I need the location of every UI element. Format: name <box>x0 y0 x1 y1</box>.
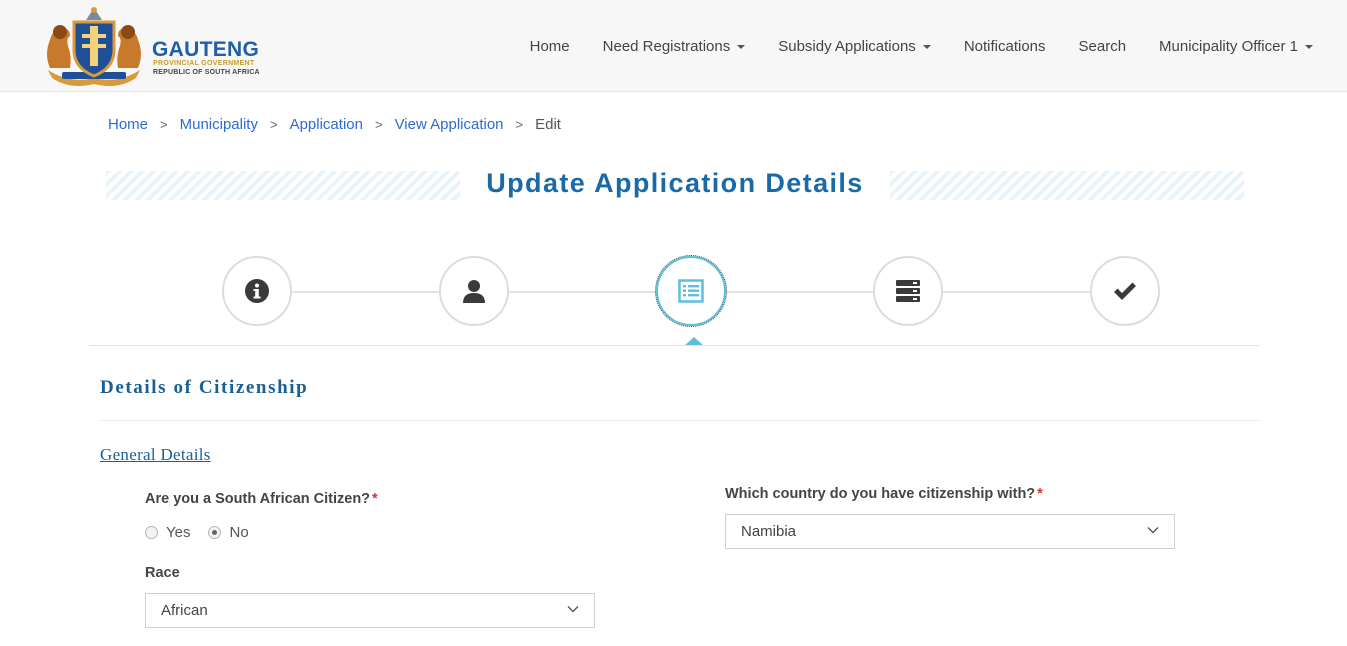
step-connector <box>292 291 439 293</box>
step-citizenship[interactable] <box>655 255 727 327</box>
country-select-value: Namibia <box>741 523 797 540</box>
nav-search[interactable]: Search <box>1079 38 1127 55</box>
nav-subsidy-applications[interactable]: Subsidy Applications <box>778 38 931 55</box>
step-connector <box>942 291 1090 293</box>
citizen-radio-group: Yes No <box>145 524 267 541</box>
nav-notifications-label: Notifications <box>963 37 1046 55</box>
chevron-down-icon <box>567 606 579 613</box>
caret-down-icon <box>1305 45 1313 49</box>
nav-user-label: Municipality Officer 1 <box>1159 37 1298 55</box>
divider <box>89 345 1260 346</box>
country-select[interactable]: Namibia <box>725 514 1175 549</box>
country-label-text: Which country do you have citizenship wi… <box>725 486 1036 502</box>
nav-notifications[interactable]: Notifications <box>964 38 1046 55</box>
divider <box>100 420 1260 421</box>
country-label: Which country do you have citizenship wi… <box>725 486 1043 502</box>
step-records[interactable] <box>873 256 943 326</box>
required-mark: * <box>1037 486 1043 502</box>
race-select[interactable]: African <box>145 593 595 628</box>
radio-no-label: No <box>229 524 249 541</box>
section-title: Details of Citizenship <box>100 377 309 398</box>
caret-down-icon <box>737 45 746 49</box>
required-mark: * <box>372 491 378 507</box>
gauteng-logo[interactable]: GAUTENG PROVINCIAL GOVERNMENT REPUBLIC O… <box>40 6 270 86</box>
breadcrumb-home[interactable]: Home <box>108 116 148 133</box>
brand-name: GAUTENG <box>152 38 260 61</box>
radio-no[interactable] <box>208 526 222 539</box>
list-icon <box>678 279 704 303</box>
citizen-question-text: Are you a South African Citizen? <box>145 491 371 507</box>
subsection-title: General Details <box>100 445 211 464</box>
breadcrumb-separator: > <box>160 117 168 132</box>
main-nav: Home Need Registrations Subsidy Applicat… <box>497 0 1313 92</box>
citizen-question-label: Are you a South African Citizen? * <box>145 491 378 507</box>
info-icon <box>245 279 269 303</box>
step-applicant[interactable] <box>439 256 509 326</box>
nav-home[interactable]: Home <box>530 38 570 55</box>
server-icon <box>896 280 920 302</box>
breadcrumb-separator: > <box>374 117 383 132</box>
wizard-stepper <box>222 255 1160 346</box>
race-label: Race <box>145 565 180 581</box>
nav-need-registrations[interactable]: Need Registrations <box>603 38 746 55</box>
nav-user-menu[interactable]: Municipality Officer 1 <box>1159 38 1313 55</box>
coat-of-arms-icon <box>47 7 141 86</box>
nav-need-registrations-label: Need Registrations <box>602 37 731 55</box>
chevron-down-icon <box>1147 527 1159 534</box>
step-confirm[interactable] <box>1090 256 1160 326</box>
user-icon <box>463 280 485 303</box>
nav-home-label: Home <box>529 37 570 55</box>
page-title-banner: Update Application Details <box>106 168 1244 202</box>
breadcrumb-current: Edit <box>535 116 561 133</box>
top-navbar: GAUTENG PROVINCIAL GOVERNMENT REPUBLIC O… <box>0 0 1347 92</box>
page-title: Update Application Details <box>486 168 864 198</box>
nav-subsidy-applications-label: Subsidy Applications <box>778 37 916 55</box>
step-general-info[interactable] <box>222 256 292 326</box>
check-icon <box>1114 282 1136 300</box>
race-select-value: African <box>161 602 208 619</box>
nav-search-label: Search <box>1078 37 1127 55</box>
breadcrumb-view-application[interactable]: View Application <box>395 116 504 133</box>
brand-country: REPUBLIC OF SOUTH AFRICA <box>153 69 260 76</box>
caret-down-icon <box>922 45 931 49</box>
breadcrumb-separator: > <box>269 117 278 132</box>
brand-subtitle: PROVINCIAL GOVERNMENT <box>153 60 255 67</box>
breadcrumb-application[interactable]: Application <box>290 116 363 133</box>
radio-yes-label: Yes <box>166 524 191 541</box>
step-connector <box>509 291 656 293</box>
step-connector <box>726 291 874 293</box>
breadcrumb-separator: > <box>515 117 524 132</box>
breadcrumb: Home > Municipality > Application > View… <box>108 116 561 133</box>
breadcrumb-municipality[interactable]: Municipality <box>180 116 258 133</box>
radio-yes[interactable] <box>145 526 158 539</box>
